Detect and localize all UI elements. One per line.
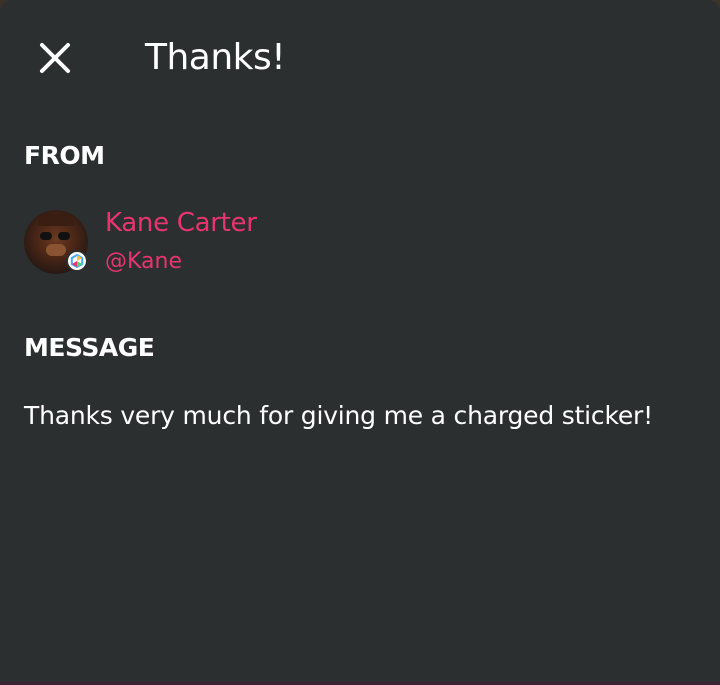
avatar-hat — [38, 214, 74, 226]
sender-card[interactable]: Kane Carter @Kane — [24, 208, 424, 278]
thanks-dialog: Thanks! FROM Kane Carter @Kane MESSAGE T… — [0, 0, 720, 685]
from-label: FROM — [24, 141, 105, 170]
dialog-header: Thanks! — [0, 28, 720, 88]
avatar-snout — [46, 244, 66, 256]
sender-name[interactable]: Kane Carter — [105, 208, 257, 238]
avatar-eye-left — [40, 232, 52, 240]
hexagon-badge-icon — [66, 250, 88, 272]
dialog-title: Thanks! — [145, 37, 286, 78]
message-text: Thanks very much for giving me a charged… — [24, 401, 653, 430]
close-button[interactable] — [34, 36, 78, 80]
sender-handle[interactable]: @Kane — [105, 248, 182, 276]
avatar-eye-right — [58, 232, 70, 240]
message-label: MESSAGE — [24, 333, 155, 362]
close-icon — [40, 43, 70, 73]
